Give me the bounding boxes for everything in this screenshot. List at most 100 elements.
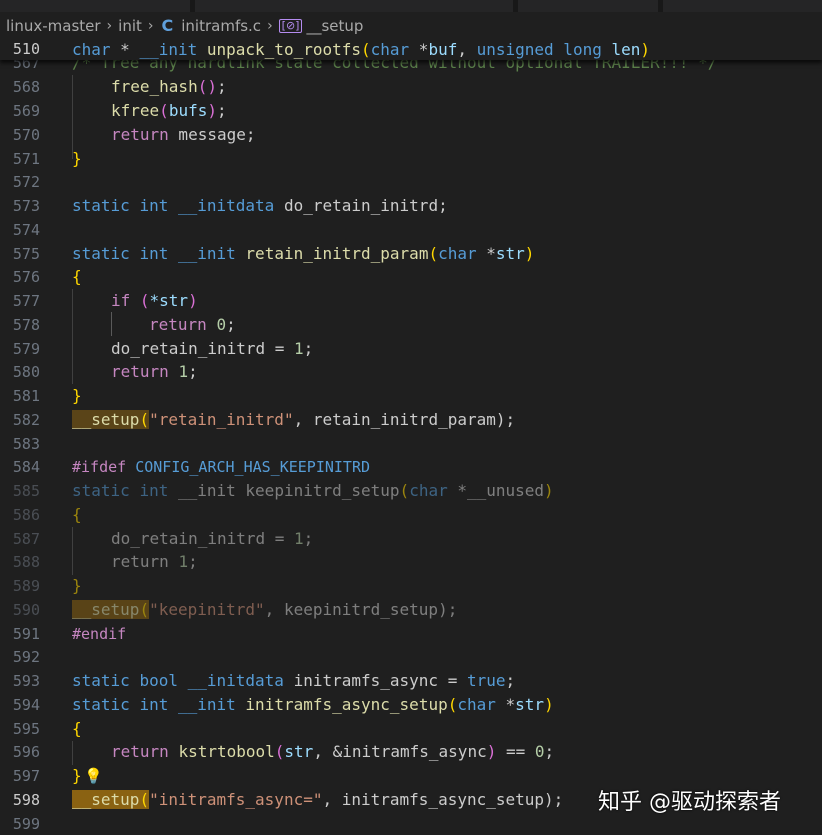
editor-tab[interactable] (0, 0, 190, 12)
editor-tab[interactable] (195, 0, 513, 12)
chevron-right-icon: › (106, 17, 113, 34)
token: { (72, 267, 82, 286)
token: 1 (178, 362, 189, 381)
line-number: 584 (12, 458, 40, 476)
editor-tab[interactable] (518, 0, 658, 12)
token: *str (149, 291, 189, 310)
code-line: 570 return message; (0, 123, 822, 147)
line-number: 596 (12, 743, 40, 761)
line-number: 572 (12, 173, 40, 191)
token: kstrtobool (178, 742, 275, 761)
token: ( (130, 291, 150, 310)
token: ; (216, 101, 227, 120)
breadcrumb-folder-init[interactable]: init (118, 17, 142, 35)
code-line: 594 static int __init initramfs_async_se… (0, 693, 822, 717)
token: "initramfs_async=" (149, 790, 323, 809)
line-number: 580 (12, 363, 40, 381)
token: bool (139, 671, 178, 690)
code-line-inactive: 589 } (0, 574, 822, 598)
line-number: 599 (12, 815, 40, 833)
token: kfree (111, 101, 160, 120)
code-line-inactive: 585 static int __init keepinitrd_setup(c… (0, 479, 822, 503)
breadcrumb-folder-linux-master[interactable]: linux-master (6, 17, 101, 35)
code-line: 569 kfree(bufs); (0, 99, 822, 123)
token: } (72, 576, 82, 595)
token: message; (168, 125, 256, 144)
code-line: 592 (0, 645, 822, 669)
token: __initdata (177, 196, 275, 215)
line-number: 597 (12, 767, 40, 785)
token: ( (159, 101, 169, 120)
token: ; (188, 362, 198, 381)
token: do_retain_initrd; (274, 196, 448, 215)
token: * (495, 695, 516, 714)
line-number: 585 (12, 482, 40, 500)
token: ( (139, 790, 150, 809)
line-number: 574 (12, 221, 40, 239)
token: { (72, 505, 82, 524)
token: ( (361, 40, 371, 59)
code-line: 573 static int __initdata do_retain_init… (0, 194, 822, 218)
line-number: 598 (12, 791, 40, 809)
code-line-inactive: 587 do_retain_initrd = 1; (0, 527, 822, 551)
token: char (72, 40, 111, 59)
code-line: 584 #ifdef CONFIG_ARCH_HAS_KEEPINITRD (0, 455, 822, 479)
token: * (409, 40, 429, 59)
breadcrumb-symbol[interactable]: __setup (306, 17, 363, 35)
token: true (466, 671, 506, 690)
code-line: 591 #endif (0, 622, 822, 646)
token: int (139, 196, 169, 215)
token: retain_initrd_param (245, 244, 429, 263)
symbol-icon: [⊘] (278, 18, 303, 33)
token: __setup (72, 600, 140, 619)
token: , keepinitrd_setup); (264, 600, 458, 619)
token: initramfs_async_setup (245, 695, 448, 714)
token: ; (303, 339, 314, 358)
line-number: 590 (12, 601, 40, 619)
line-number: 591 (12, 625, 40, 643)
token: if (111, 291, 131, 310)
token: 1 (294, 529, 304, 548)
tab-strip (0, 0, 822, 12)
token: bufs (168, 101, 208, 120)
token: static (72, 481, 130, 500)
line-number: 589 (12, 577, 40, 595)
code-line: 583 (0, 432, 822, 456)
token: ) (544, 695, 554, 714)
token: __init (139, 40, 198, 59)
token: int (139, 695, 169, 714)
sticky-scroll-header[interactable]: 510 char * __init unpack_to_rootfs(char … (0, 39, 822, 60)
token: char (438, 244, 477, 263)
code-line: 568 free_hash(); (0, 75, 822, 99)
token: static (72, 196, 130, 215)
line-number: 587 (12, 530, 40, 548)
line-number: 581 (12, 387, 40, 405)
token: static (72, 244, 130, 263)
line-number: 569 (12, 102, 40, 120)
breadcrumb: linux-master › init › C initramfs.c › [⊘… (0, 12, 822, 39)
line-number: 593 (12, 672, 40, 690)
code-line-inactive: 588 return 1; (0, 550, 822, 574)
token: ) (188, 291, 198, 310)
lightbulb-icon[interactable]: 💡 (84, 764, 103, 788)
line-number: 576 (12, 268, 40, 286)
editor-tab[interactable] (663, 0, 822, 12)
token: ( (139, 410, 150, 429)
breadcrumb-file[interactable]: initramfs.c (181, 17, 261, 35)
token: "retain_initrd" (149, 410, 294, 429)
line-number: 571 (12, 150, 40, 168)
token: do_retain_initrd = (111, 339, 295, 358)
line-number: 583 (12, 435, 40, 453)
code-editor[interactable]: 567 /* free any hardlink state collected… (0, 39, 822, 835)
token: , (457, 40, 477, 59)
line-number: 582 (12, 411, 40, 429)
token: __init (177, 481, 236, 500)
code-line: 595 { (0, 717, 822, 741)
c-file-icon: C (161, 16, 174, 35)
token: 1 (178, 552, 189, 571)
